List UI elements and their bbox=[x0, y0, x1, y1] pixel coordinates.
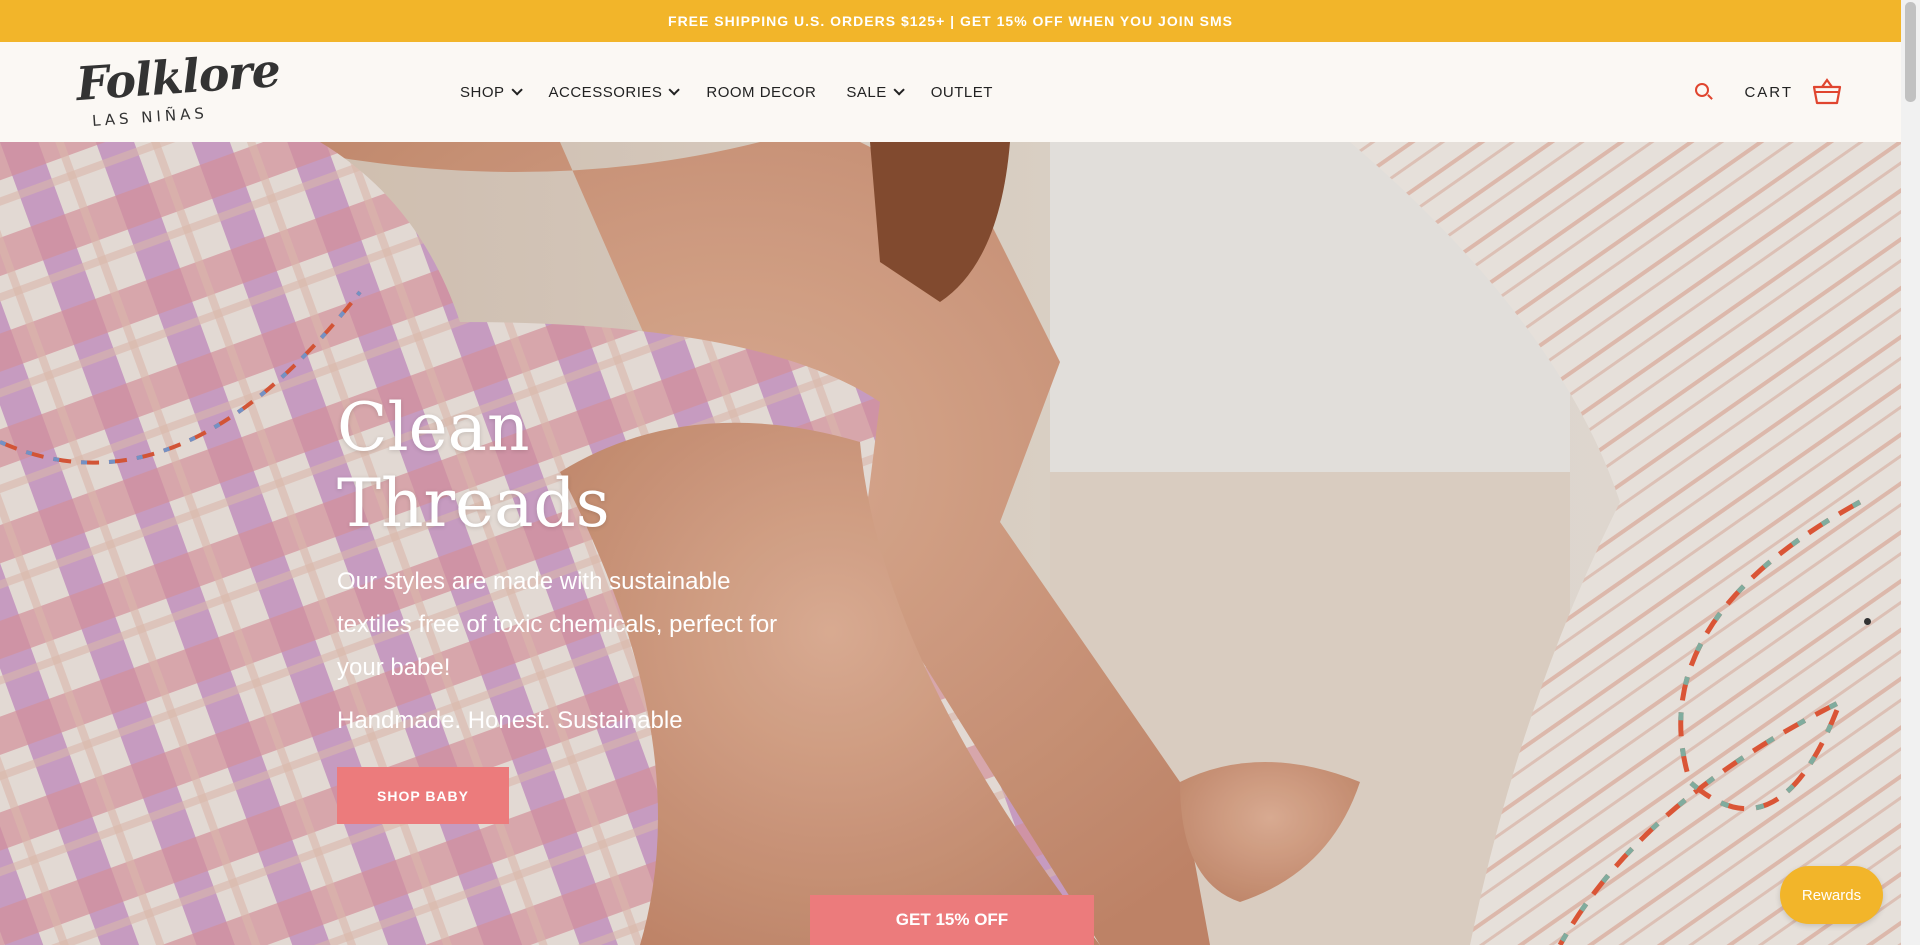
nav-item-label: ROOM DECOR bbox=[706, 83, 817, 101]
nav-item-room-decor[interactable]: ROOM DECOR bbox=[706, 84, 816, 101]
announcement-text: FREE SHIPPING U.S. ORDERS $125+ | GET 15… bbox=[668, 13, 1233, 29]
nav-item-accessories[interactable]: ACCESSORIES bbox=[548, 83, 681, 101]
hero-image bbox=[0, 142, 1901, 945]
hero-banner: Clean Threads Our styles are made with s… bbox=[0, 142, 1901, 945]
hero-tagline: Handmade. Honest. Sustainable bbox=[337, 707, 683, 734]
hero-title: Clean Threads bbox=[337, 390, 797, 542]
hero-title-line1: Clean bbox=[337, 389, 530, 466]
get-discount-button[interactable]: GET 15% OFF bbox=[810, 895, 1094, 945]
hero-title-line2: Threads bbox=[337, 465, 610, 542]
slide-indicator-dot[interactable] bbox=[1864, 618, 1871, 625]
cart-link[interactable]: CART bbox=[1744, 84, 1793, 101]
logo-script: Folklore bbox=[74, 42, 282, 112]
scrollbar[interactable] bbox=[1901, 0, 1920, 945]
search-icon[interactable] bbox=[1694, 82, 1714, 102]
announcement-bar: FREE SHIPPING U.S. ORDERS $125+ | GET 15… bbox=[0, 0, 1901, 42]
chevron-down-icon bbox=[668, 84, 681, 96]
site-header: Folklore LAS NIÑAS SHOP ACCESSORIES ROOM… bbox=[0, 42, 1901, 142]
scrollbar-thumb[interactable] bbox=[1905, 2, 1916, 102]
nav-item-outlet[interactable]: OUTLET bbox=[931, 84, 993, 101]
chevron-down-icon bbox=[893, 84, 905, 96]
nav-item-label: ACCESSORIES bbox=[548, 83, 663, 101]
nav-item-label: OUTLET bbox=[930, 83, 993, 101]
hero-content: Clean Threads Our styles are made with s… bbox=[337, 390, 797, 824]
shop-baby-button[interactable]: SHOP BABY bbox=[337, 767, 509, 824]
nav-item-label: SALE bbox=[846, 83, 887, 101]
main-nav: SHOP ACCESSORIES ROOM DECOR SALE OUTLET bbox=[460, 42, 993, 142]
chevron-down-icon bbox=[510, 84, 523, 96]
nav-item-sale[interactable]: SALE bbox=[846, 83, 905, 101]
nav-item-label: SHOP bbox=[460, 83, 505, 101]
nav-item-shop[interactable]: SHOP bbox=[460, 83, 523, 101]
hero-description: Our styles are made with sustainable tex… bbox=[337, 568, 778, 681]
logo[interactable]: Folklore LAS NIÑAS bbox=[72, 43, 281, 140]
basket-icon[interactable] bbox=[1811, 76, 1843, 108]
header-actions: CART bbox=[1694, 42, 1843, 142]
rewards-button[interactable]: Rewards bbox=[1780, 866, 1883, 924]
